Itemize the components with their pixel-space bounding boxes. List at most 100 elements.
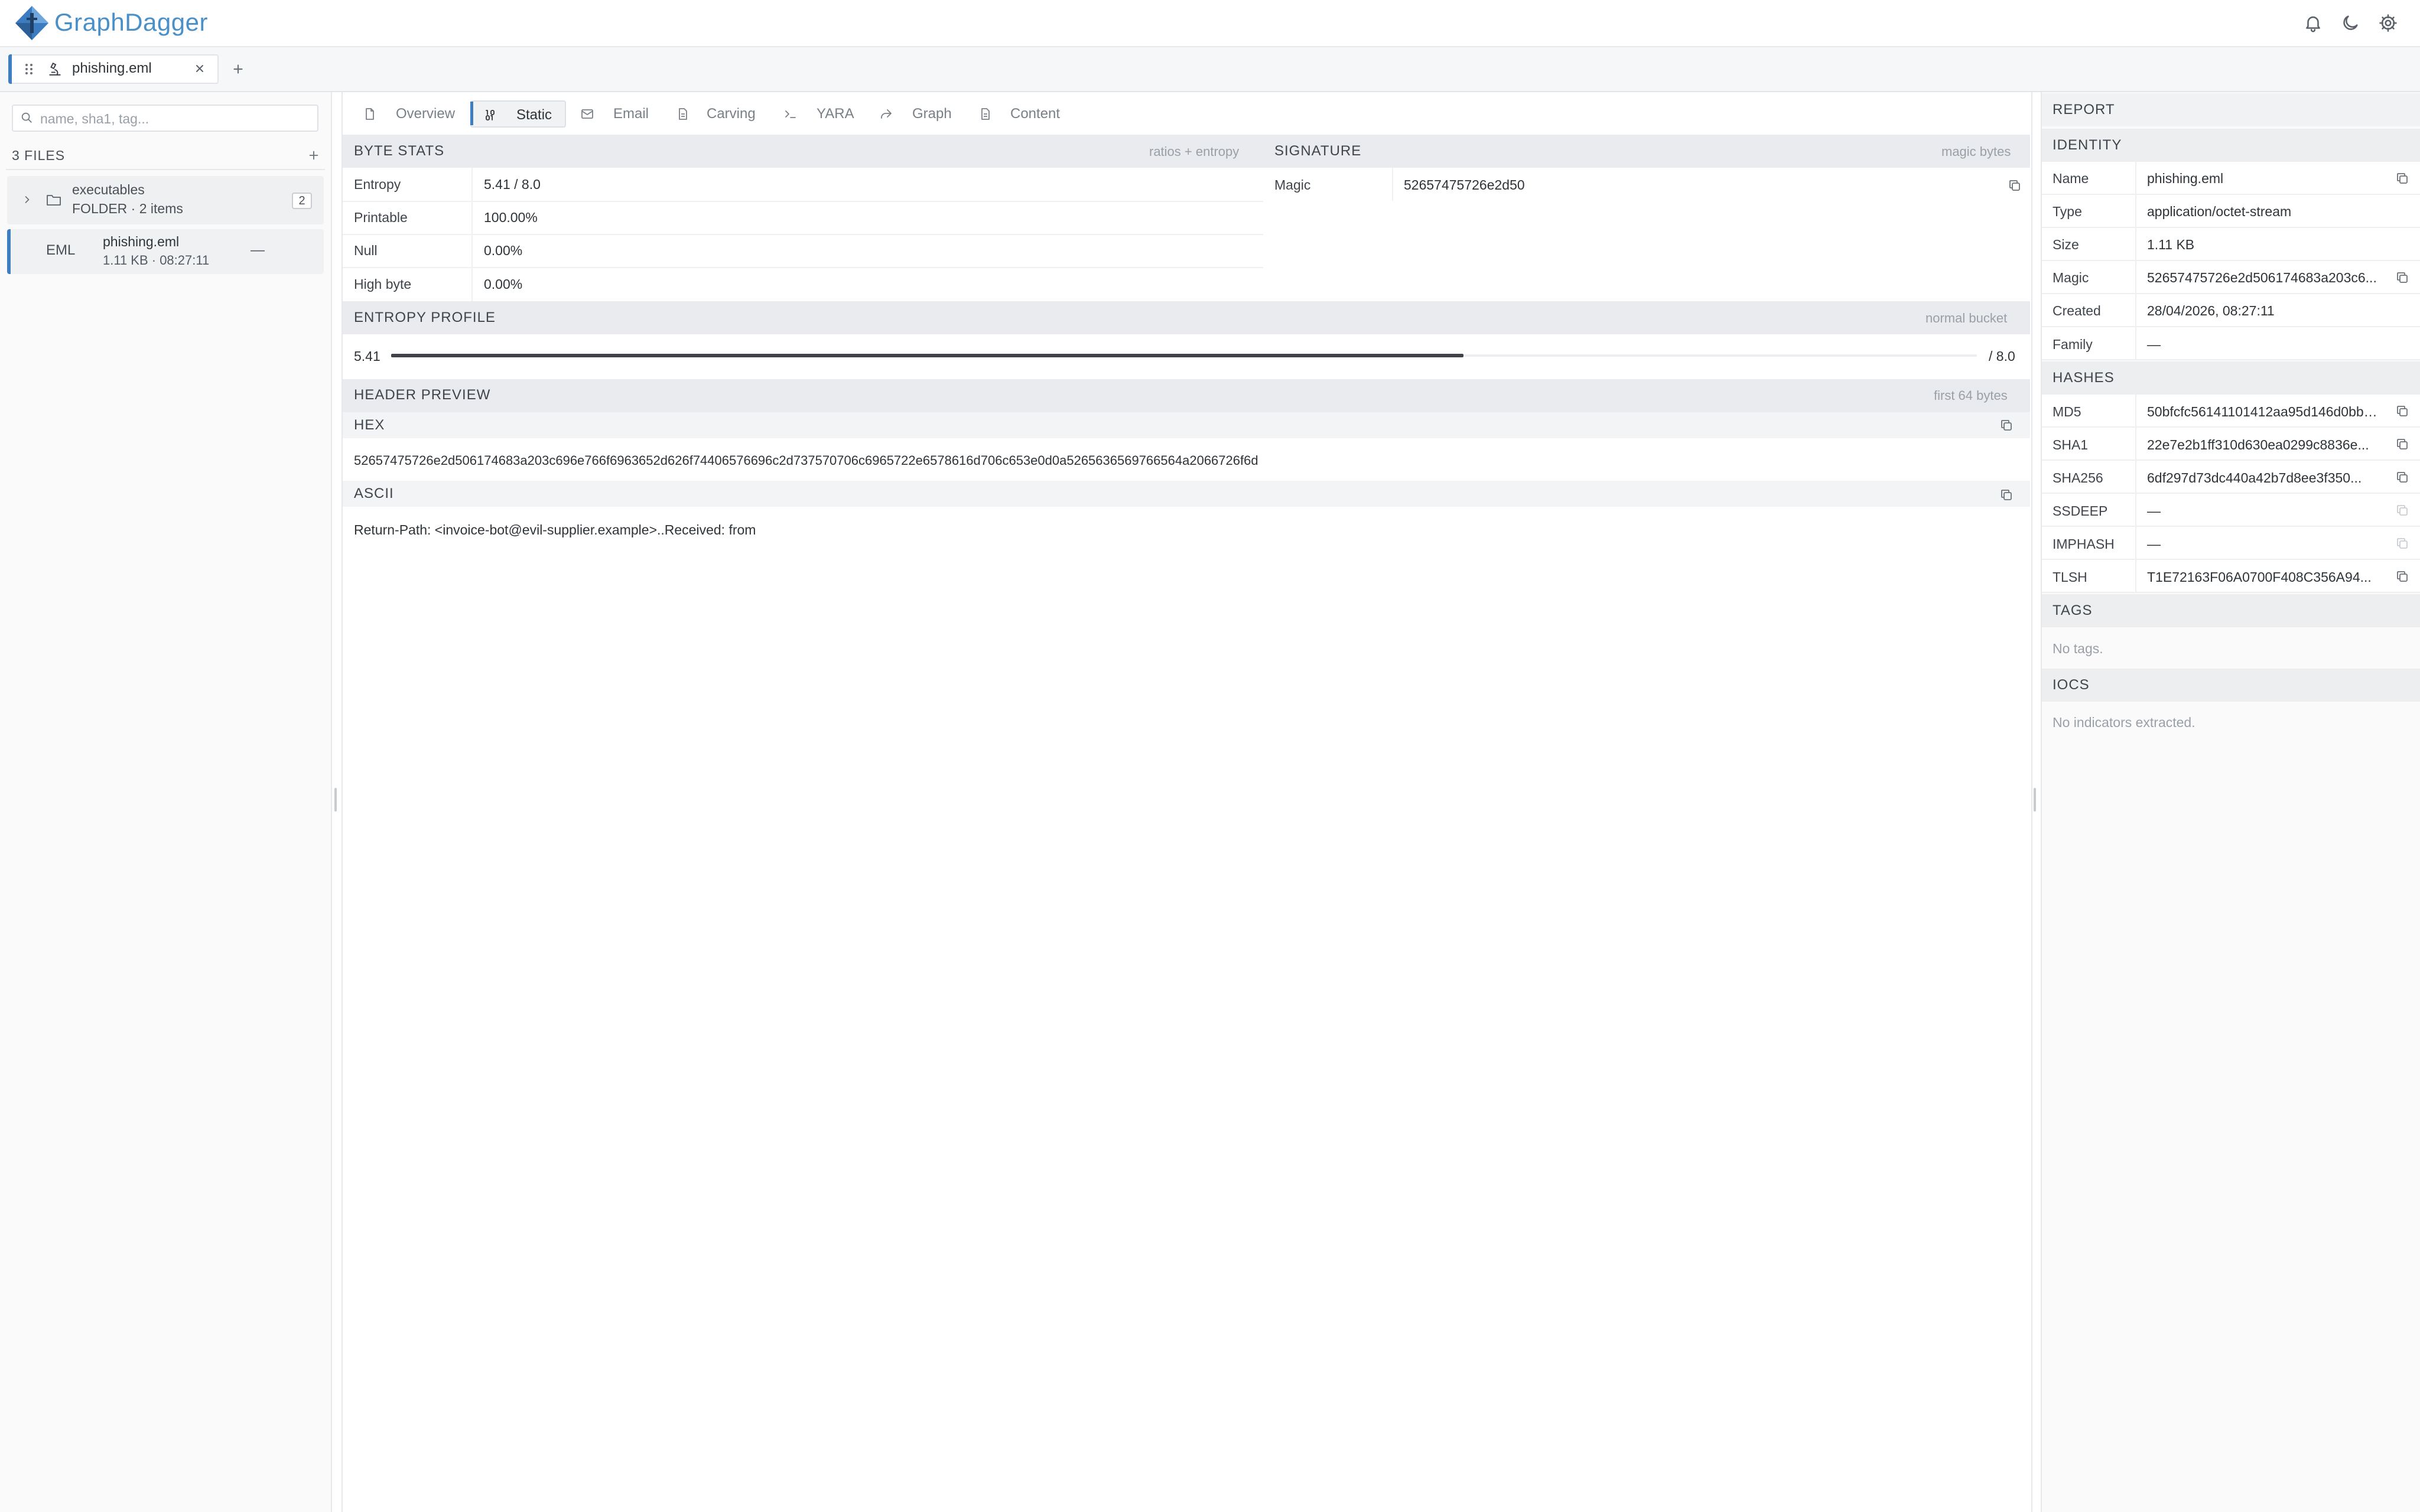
column-divider <box>2135 428 2136 461</box>
hash-label-sha256: SHA256 <box>2053 470 2103 485</box>
tab-graph-label: Graph <box>912 106 952 122</box>
column-divider <box>2135 261 2136 294</box>
column-divider <box>2135 195 2136 228</box>
tags-empty-text: No tags. <box>2053 641 2103 656</box>
tab-overview[interactable]: Overview <box>357 100 463 128</box>
iocs-empty-text: No indicators extracted. <box>2053 715 2195 730</box>
files-count: 3 FILES <box>12 148 66 163</box>
copy-icon[interactable] <box>2008 178 2022 193</box>
left-resize-handle[interactable] <box>334 788 337 812</box>
identity-value-size: 1.11 KB <box>2147 237 2195 252</box>
hash-value-sha1: 22e7e2b1ff310d630ea0299c8836e... <box>2147 437 2369 452</box>
entropy-profile-note: normal bucket <box>1925 311 2008 325</box>
copy-icon[interactable] <box>2395 404 2409 418</box>
folder-icon <box>46 193 61 207</box>
iocs-title: IOCS <box>2053 677 2090 693</box>
stat-label-null: Null <box>354 243 378 258</box>
file-meta: 1.11 KB · 08:27:11 <box>103 253 210 268</box>
byte-stats-note: ratios + entropy <box>1149 144 1240 159</box>
copy-icon-disabled <box>2395 536 2409 550</box>
copy-icon[interactable] <box>2395 470 2409 484</box>
identity-value-name: phishing.eml <box>2147 171 2224 186</box>
signature-column-divider <box>1392 168 1393 201</box>
folder-name: executables <box>72 182 145 197</box>
tab-carving[interactable]: Carving <box>670 100 765 128</box>
stat-value-null: 0.00% <box>484 243 523 258</box>
identity-value-magic: 52657475726e2d506174683a203c6... <box>2147 270 2377 285</box>
search-input[interactable] <box>39 108 313 129</box>
close-icon[interactable] <box>193 61 207 76</box>
drag-handle-icon[interactable] <box>22 62 35 76</box>
report-title: REPORT <box>2053 102 2115 118</box>
file-sidebar <box>0 92 332 1512</box>
hash-label-sha1: SHA1 <box>2053 437 2089 452</box>
column-divider <box>2135 461 2136 494</box>
document-icon <box>363 107 377 121</box>
column-divider <box>2135 494 2136 527</box>
hash-value-ssdeep: — <box>2147 503 2161 519</box>
iocs-header-band <box>2042 669 2420 702</box>
signature-note: magic bytes <box>1941 144 2011 159</box>
copy-icon[interactable] <box>2395 437 2409 451</box>
tab-content[interactable]: Content <box>972 100 1073 128</box>
identity-label-magic: Magic <box>2053 270 2089 285</box>
entropy-bar-fill <box>391 354 1463 357</box>
tags-title: TAGS <box>2053 602 2093 618</box>
row-divider <box>343 201 1263 202</box>
tab-graph[interactable]: Graph <box>871 100 959 128</box>
hex-subheader-band <box>343 412 2030 438</box>
tab-static[interactable]: Static <box>470 100 566 128</box>
moon-icon[interactable] <box>2340 13 2360 33</box>
stat-value-printable: 100.00% <box>484 210 538 225</box>
hash-label-tlsh: TLSH <box>2053 569 2087 585</box>
ascii-subheader-band <box>343 481 2030 507</box>
identity-label-family: Family <box>2053 337 2093 352</box>
column-divider <box>2135 560 2136 593</box>
add-file-plus-icon[interactable] <box>307 149 320 162</box>
byte-stats-column-divider <box>471 168 473 302</box>
identity-label-size: Size <box>2053 237 2079 252</box>
hash-value-tlsh: T1E72163F06A0700F408C356A94... <box>2147 569 2372 585</box>
file-type-label: EML <box>46 242 76 258</box>
chevron-right-icon[interactable] <box>21 194 33 206</box>
hash-value-md5: 50bfcfc56141101412aa95d146d0bbd8 <box>2147 404 2377 419</box>
hash-label-ssdeep: SSDEEP <box>2053 503 2108 519</box>
column-divider <box>2135 228 2136 261</box>
graphdagger-logo[interactable] <box>14 5 50 41</box>
bell-icon[interactable] <box>2303 13 2323 33</box>
mail-icon <box>580 107 594 121</box>
signature-title: SIGNATURE <box>1274 143 1362 159</box>
divider <box>6 169 325 170</box>
new-tab-plus-icon[interactable] <box>230 61 246 77</box>
signature-magic-value: 52657475726e2d50 <box>1404 177 1525 193</box>
column-divider <box>2135 395 2136 428</box>
tab-yara[interactable]: YARA <box>778 100 860 128</box>
copy-icon[interactable] <box>1999 488 2014 502</box>
column-divider <box>2135 294 2136 327</box>
ascii-value: Return-Path: <invoice-bot@evil-supplier.… <box>354 522 756 537</box>
tab-content-label: Content <box>1010 106 1061 122</box>
identity-label-created: Created <box>2053 303 2101 318</box>
copy-icon[interactable] <box>2395 271 2409 285</box>
stat-label-printable: Printable <box>354 210 408 225</box>
column-divider <box>2135 527 2136 560</box>
ascii-label: ASCII <box>354 485 394 501</box>
tags-header-band <box>2042 594 2420 627</box>
row-divider <box>343 267 1263 268</box>
copy-icon[interactable] <box>1999 418 2014 432</box>
terminal-icon <box>783 107 798 121</box>
hash-label-md5: MD5 <box>2053 404 2081 419</box>
copy-icon[interactable] <box>2395 171 2409 185</box>
copy-icon[interactable] <box>2395 569 2409 584</box>
gear-icon[interactable] <box>2378 13 2398 33</box>
identity-label-type: Type <box>2053 204 2082 219</box>
stat-label-high-byte: High byte <box>354 276 412 292</box>
top-bar <box>0 0 2420 47</box>
entropy-profile-header-band <box>343 301 2030 334</box>
byte-stats-title: BYTE STATS <box>354 143 445 159</box>
identity-label-name: Name <box>2053 171 2089 186</box>
tab-email[interactable]: Email <box>574 100 657 128</box>
entropy-value-text: 5.41 <box>354 348 380 364</box>
right-resize-handle[interactable] <box>2034 788 2036 812</box>
folder-count-badge: 2 <box>292 193 312 209</box>
